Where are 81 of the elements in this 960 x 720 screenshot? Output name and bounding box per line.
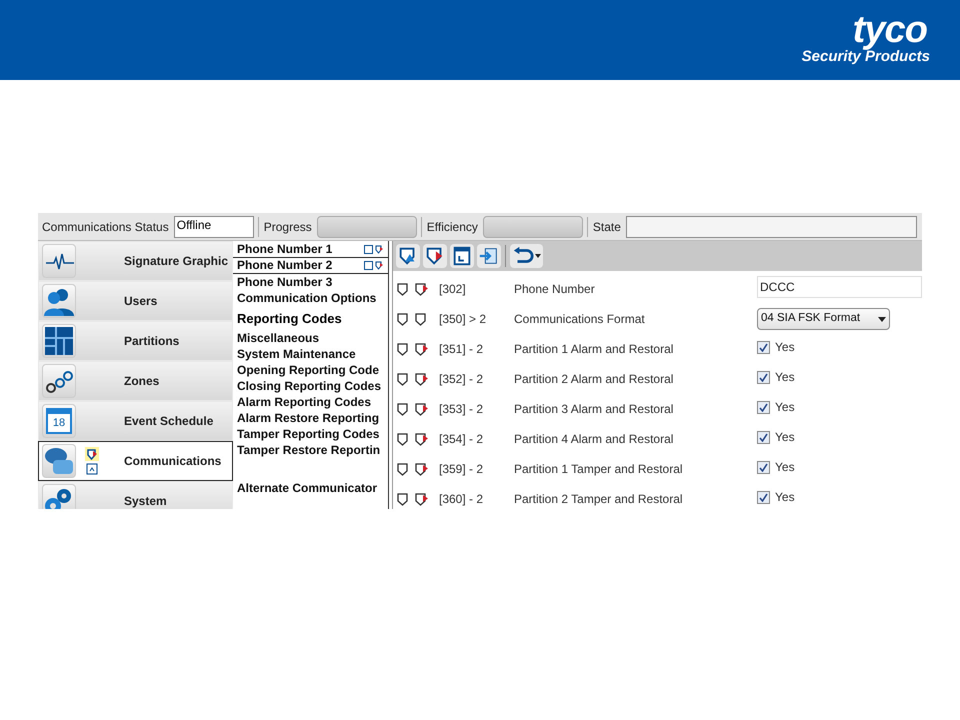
import-button[interactable]: [477, 244, 501, 268]
check-icon: [759, 402, 768, 412]
section-link[interactable]: Opening Reporting Code: [233, 362, 379, 378]
option-label: Partition 1 Tamper and Restoral: [514, 461, 684, 478]
option-code: [354] - 2: [439, 431, 484, 448]
yes-checkbox[interactable]: Yes: [757, 458, 795, 476]
yes-checkbox[interactable]: Yes: [757, 488, 795, 506]
shield-icon: [397, 432, 408, 446]
section-heading: Reporting Codes: [236, 310, 342, 328]
section-link[interactable]: Alternate Communicator: [233, 480, 378, 496]
nav-item[interactable]: Signature Graphic: [38, 241, 233, 281]
option-label: Partition 4 Alarm and Restoral: [514, 431, 674, 448]
shield-arrow-icon: [85, 447, 99, 461]
section-link[interactable]: Miscellaneous: [233, 330, 320, 346]
shield-icon: [397, 342, 408, 356]
chat-icon: [44, 446, 74, 476]
phone-number-field[interactable]: DCCC: [757, 276, 922, 298]
section-link[interactable]: Alarm Restore Reporting: [233, 410, 380, 426]
logo: tyco: [852, 12, 927, 48]
section-link[interactable]: Phone Number 3: [233, 274, 332, 290]
option-code: [351] - 2: [439, 341, 484, 358]
shield-icon: [397, 312, 408, 326]
option-code: [360] - 2: [439, 491, 484, 508]
yes-checkbox[interactable]: Yes: [757, 398, 795, 416]
shield-arrow-icon: [375, 245, 384, 254]
gear-icon: [44, 486, 74, 509]
check-icon: [759, 342, 768, 352]
yes-checkbox[interactable]: Yes: [757, 338, 795, 356]
section-link[interactable]: Tamper Restore Reportin: [233, 442, 380, 458]
nav-item[interactable]: Partitions: [38, 321, 233, 361]
nav-item[interactable]: Users: [38, 281, 233, 321]
nav-item[interactable]: 18 Event Schedule: [38, 401, 233, 441]
shield-icon: [397, 462, 408, 476]
option-label: Partition 2 Alarm and Restoral: [514, 371, 674, 388]
yes-checkbox[interactable]: Yes: [757, 428, 795, 446]
option-code: [352] - 2: [439, 371, 484, 388]
option-label: Partition 3 Alarm and Restoral: [514, 401, 674, 418]
check-icon: [759, 432, 768, 442]
status-label: Progress: [262, 218, 313, 236]
status-label: Efficiency: [426, 218, 479, 236]
option-label: Partition 1 Alarm and Restoral: [514, 341, 674, 358]
caret-icon: [878, 316, 886, 322]
format-dropdown[interactable]: 04 SIA FSK Format: [757, 308, 890, 330]
calendar-icon: 18: [46, 408, 72, 434]
section-tab[interactable]: Phone Number 1: [237, 242, 332, 257]
shield-upload-button[interactable]: [396, 244, 420, 268]
shield-icon: [397, 492, 408, 506]
shield-arrow-button[interactable]: [423, 244, 447, 268]
section-link[interactable]: Tamper Reporting Codes: [233, 426, 380, 442]
section-link[interactable]: Communication Options: [233, 290, 376, 306]
nav-item[interactable]: Zones: [38, 361, 233, 401]
option-label: Phone Number: [514, 281, 596, 298]
window-button[interactable]: [450, 244, 474, 268]
option-code: [353] - 2: [439, 401, 484, 418]
nav-item[interactable]: System: [38, 481, 233, 509]
section-link[interactable]: Alarm Reporting Codes: [233, 394, 372, 410]
save-icon: [86, 463, 98, 475]
check-icon: [759, 372, 768, 382]
option-code: [350] > 2: [439, 311, 488, 328]
check-icon: [759, 492, 768, 502]
shield-icon: [397, 282, 408, 296]
option-label: Partition 2 Tamper and Restoral: [514, 491, 684, 508]
section-tab[interactable]: Phone Number 2: [237, 258, 332, 273]
section-link[interactable]: Closing Reporting Codes: [233, 378, 381, 394]
option-label: Communications Format: [514, 311, 646, 328]
caret-icon: [535, 254, 541, 258]
status-label: Communications Status: [41, 218, 170, 236]
nav-item[interactable]: Communications: [38, 441, 233, 481]
undo-button[interactable]: [510, 244, 543, 268]
shield-icon: [397, 372, 408, 386]
check-icon: [759, 462, 768, 472]
people-icon: [44, 286, 74, 316]
shield-arrow-icon: [375, 261, 384, 270]
yes-checkbox[interactable]: Yes: [757, 368, 795, 386]
section-link[interactable]: System Maintenance: [233, 346, 356, 362]
status-label: State: [592, 218, 622, 236]
option-code: [359] - 2: [439, 461, 484, 478]
grid-icon: [44, 326, 74, 356]
status-field: Offline: [174, 216, 254, 238]
shield-icon: [397, 402, 408, 416]
option-code: [302]: [439, 281, 467, 298]
